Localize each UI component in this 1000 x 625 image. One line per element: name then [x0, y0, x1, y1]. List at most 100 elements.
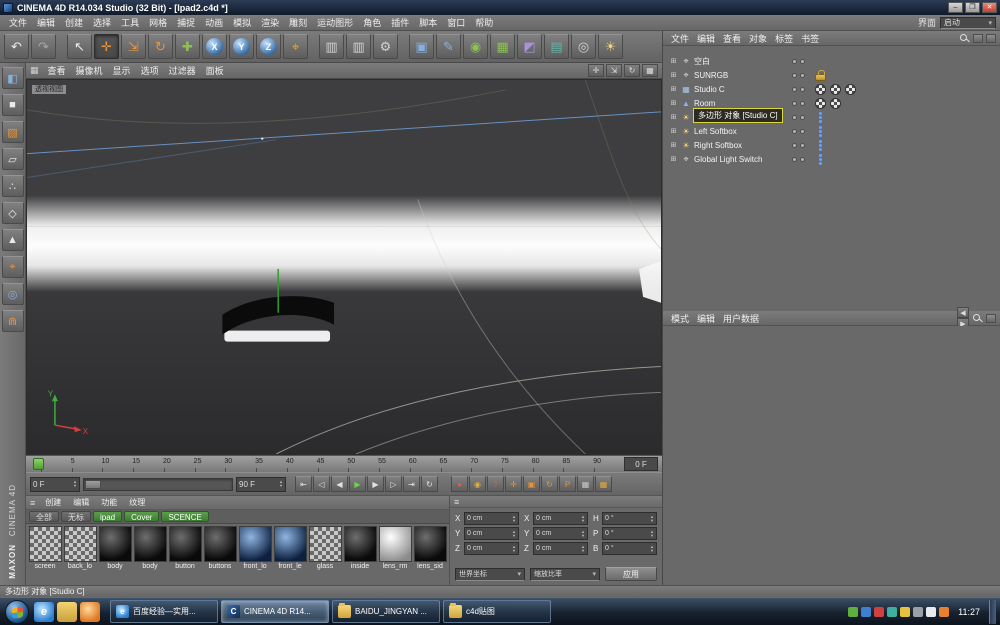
timeline-ruler[interactable]: 051015202530354045505560657075808590 0 F [26, 455, 662, 472]
view-rotate-icon[interactable]: ↻ [624, 64, 640, 77]
spinner-icon[interactable] [581, 515, 585, 523]
points-mode-button[interactable]: ∴ [2, 175, 24, 197]
spinner-icon[interactable] [512, 530, 516, 538]
visibility-toggles[interactable] [792, 129, 805, 134]
viewport-panel-icon[interactable] [30, 65, 43, 76]
material-thumbnail[interactable] [64, 526, 97, 562]
current-frame-field[interactable]: 0 F [624, 457, 658, 471]
menu-item[interactable]: 工具 [116, 15, 144, 30]
start-button[interactable] [5, 600, 29, 624]
material-thumbnail[interactable] [134, 526, 167, 562]
undo-button[interactable]: ↶ [4, 34, 29, 59]
menu-item[interactable]: 脚本 [414, 15, 442, 30]
play-button[interactable]: ▶ [349, 476, 366, 492]
material-thumbnail[interactable] [169, 526, 202, 562]
spinner-icon[interactable] [650, 545, 654, 553]
model-mode-button[interactable]: ■ [2, 94, 24, 116]
spinner-icon[interactable] [650, 530, 654, 538]
lock-z-axis-button[interactable]: Z [256, 34, 281, 59]
texture-mode-button[interactable]: ▨ [2, 121, 24, 143]
ie-icon[interactable] [34, 602, 54, 622]
viewport-menu-item[interactable]: 面板 [201, 63, 229, 78]
spinner-icon[interactable] [73, 480, 77, 488]
object-manager-menu-item[interactable]: 对象 [745, 31, 771, 46]
object-name[interactable]: Room [694, 99, 790, 108]
expand-icon[interactable]: ⊞ [669, 141, 678, 149]
material-item[interactable]: button [168, 526, 202, 585]
polygons-mode-button[interactable]: ▲ [2, 229, 24, 251]
expand-icon[interactable]: ⊞ [669, 57, 678, 65]
object-manager-menu-item[interactable]: 编辑 [693, 31, 719, 46]
add-generator-button[interactable]: ◉ [463, 34, 488, 59]
next-key-button[interactable]: ▷ [385, 476, 402, 492]
end-frame-field[interactable]: 90 F [236, 477, 286, 492]
menu-item[interactable]: 创建 [60, 15, 88, 30]
object-row[interactable]: ⊞ Left Softbox [669, 124, 996, 138]
material-thumbnail[interactable] [239, 526, 272, 562]
size-mode-select[interactable]: 缩放比率 [530, 568, 600, 581]
material-item[interactable]: lens_rm [378, 526, 412, 585]
object-manager-menu-item[interactable]: 书签 [797, 31, 823, 46]
add-modeling-button[interactable]: ▦ [490, 34, 515, 59]
material-thumbnail[interactable] [379, 526, 412, 562]
material-item[interactable]: lens_sid [413, 526, 447, 585]
viewport-menu-item[interactable]: 显示 [108, 63, 136, 78]
visibility-toggles[interactable] [792, 157, 805, 162]
show-desktop-button[interactable] [989, 600, 996, 624]
render-view-button[interactable]: ▥ [319, 34, 344, 59]
tray-icon[interactable] [861, 607, 871, 617]
axis-mode-button[interactable]: ⌖ [2, 256, 24, 278]
material-filter-tab[interactable]: 全部 [29, 511, 59, 522]
menu-item[interactable]: 捕捉 [172, 15, 200, 30]
snap-toggle-button[interactable]: ⋒ [2, 310, 24, 332]
visibility-toggles[interactable] [792, 59, 805, 64]
coordinate-input[interactable]: 0 cm [464, 542, 519, 555]
menu-icon[interactable] [30, 498, 39, 508]
expand-icon[interactable]: ⊞ [669, 71, 678, 79]
record-pla-toggle[interactable]: ▦ [577, 476, 594, 492]
object-tag[interactable] [815, 140, 826, 151]
tray-icon[interactable] [848, 607, 858, 617]
expand-icon[interactable]: ⊞ [669, 99, 678, 107]
menu-item[interactable]: 网格 [144, 15, 172, 30]
menu-item[interactable]: 文件 [4, 15, 32, 30]
coordinate-input[interactable]: 0 cm [464, 527, 519, 540]
workplane-mode-button[interactable]: ▱ [2, 148, 24, 170]
scale-tool[interactable]: ⇲ [121, 34, 146, 59]
menu-item[interactable]: 渲染 [256, 15, 284, 30]
material-menu-item[interactable]: 纹理 [123, 497, 151, 508]
coordinate-input[interactable]: 0 cm [533, 542, 588, 555]
attributes-menu-item[interactable]: 用户数据 [719, 311, 763, 326]
lock-x-axis-button[interactable]: X [202, 34, 227, 59]
visibility-toggles[interactable] [792, 101, 805, 106]
object-name[interactable]: Studio C [694, 85, 790, 94]
taskbar-task-button[interactable]: CINEMA 4D R14... [221, 600, 329, 623]
record-keyframe-button[interactable]: ● [451, 476, 468, 492]
object-tag[interactable] [815, 84, 826, 95]
material-thumbnail[interactable] [204, 526, 237, 562]
material-thumbnail[interactable] [414, 526, 447, 562]
render-settings-button[interactable]: ⚙ [373, 34, 398, 59]
tray-icon[interactable] [926, 607, 936, 617]
rotate-tool[interactable]: ↻ [148, 34, 173, 59]
record-rotation-toggle[interactable]: ↻ [541, 476, 558, 492]
object-row[interactable]: ⊞ 空白 [669, 54, 996, 68]
tray-icon[interactable] [874, 607, 884, 617]
coordinate-input[interactable]: 0 ° [602, 527, 657, 540]
material-item[interactable]: glass [308, 526, 342, 585]
prev-key-button[interactable]: ◁ [313, 476, 330, 492]
object-manager-menu-item[interactable]: 查看 [719, 31, 745, 46]
material-filter-tab[interactable]: Cover [124, 511, 159, 522]
menu-icon[interactable] [454, 497, 463, 507]
material-filter-tab[interactable]: SCENCE [161, 511, 208, 522]
expand-icon[interactable]: ⊞ [669, 155, 678, 163]
viewport-view-label[interactable]: 透视视图 [32, 85, 66, 94]
lock-y-axis-button[interactable]: Y [229, 34, 254, 59]
add-deformer-button[interactable]: ◩ [517, 34, 542, 59]
object-row[interactable]: ⊞ Right Softbox [669, 138, 996, 152]
tray-icon[interactable] [887, 607, 897, 617]
edges-mode-button[interactable]: ◇ [2, 202, 24, 224]
make-editable-button[interactable]: ◧ [2, 67, 24, 89]
layout-select[interactable]: 启动 [940, 17, 996, 29]
material-item[interactable]: buttons [203, 526, 237, 585]
